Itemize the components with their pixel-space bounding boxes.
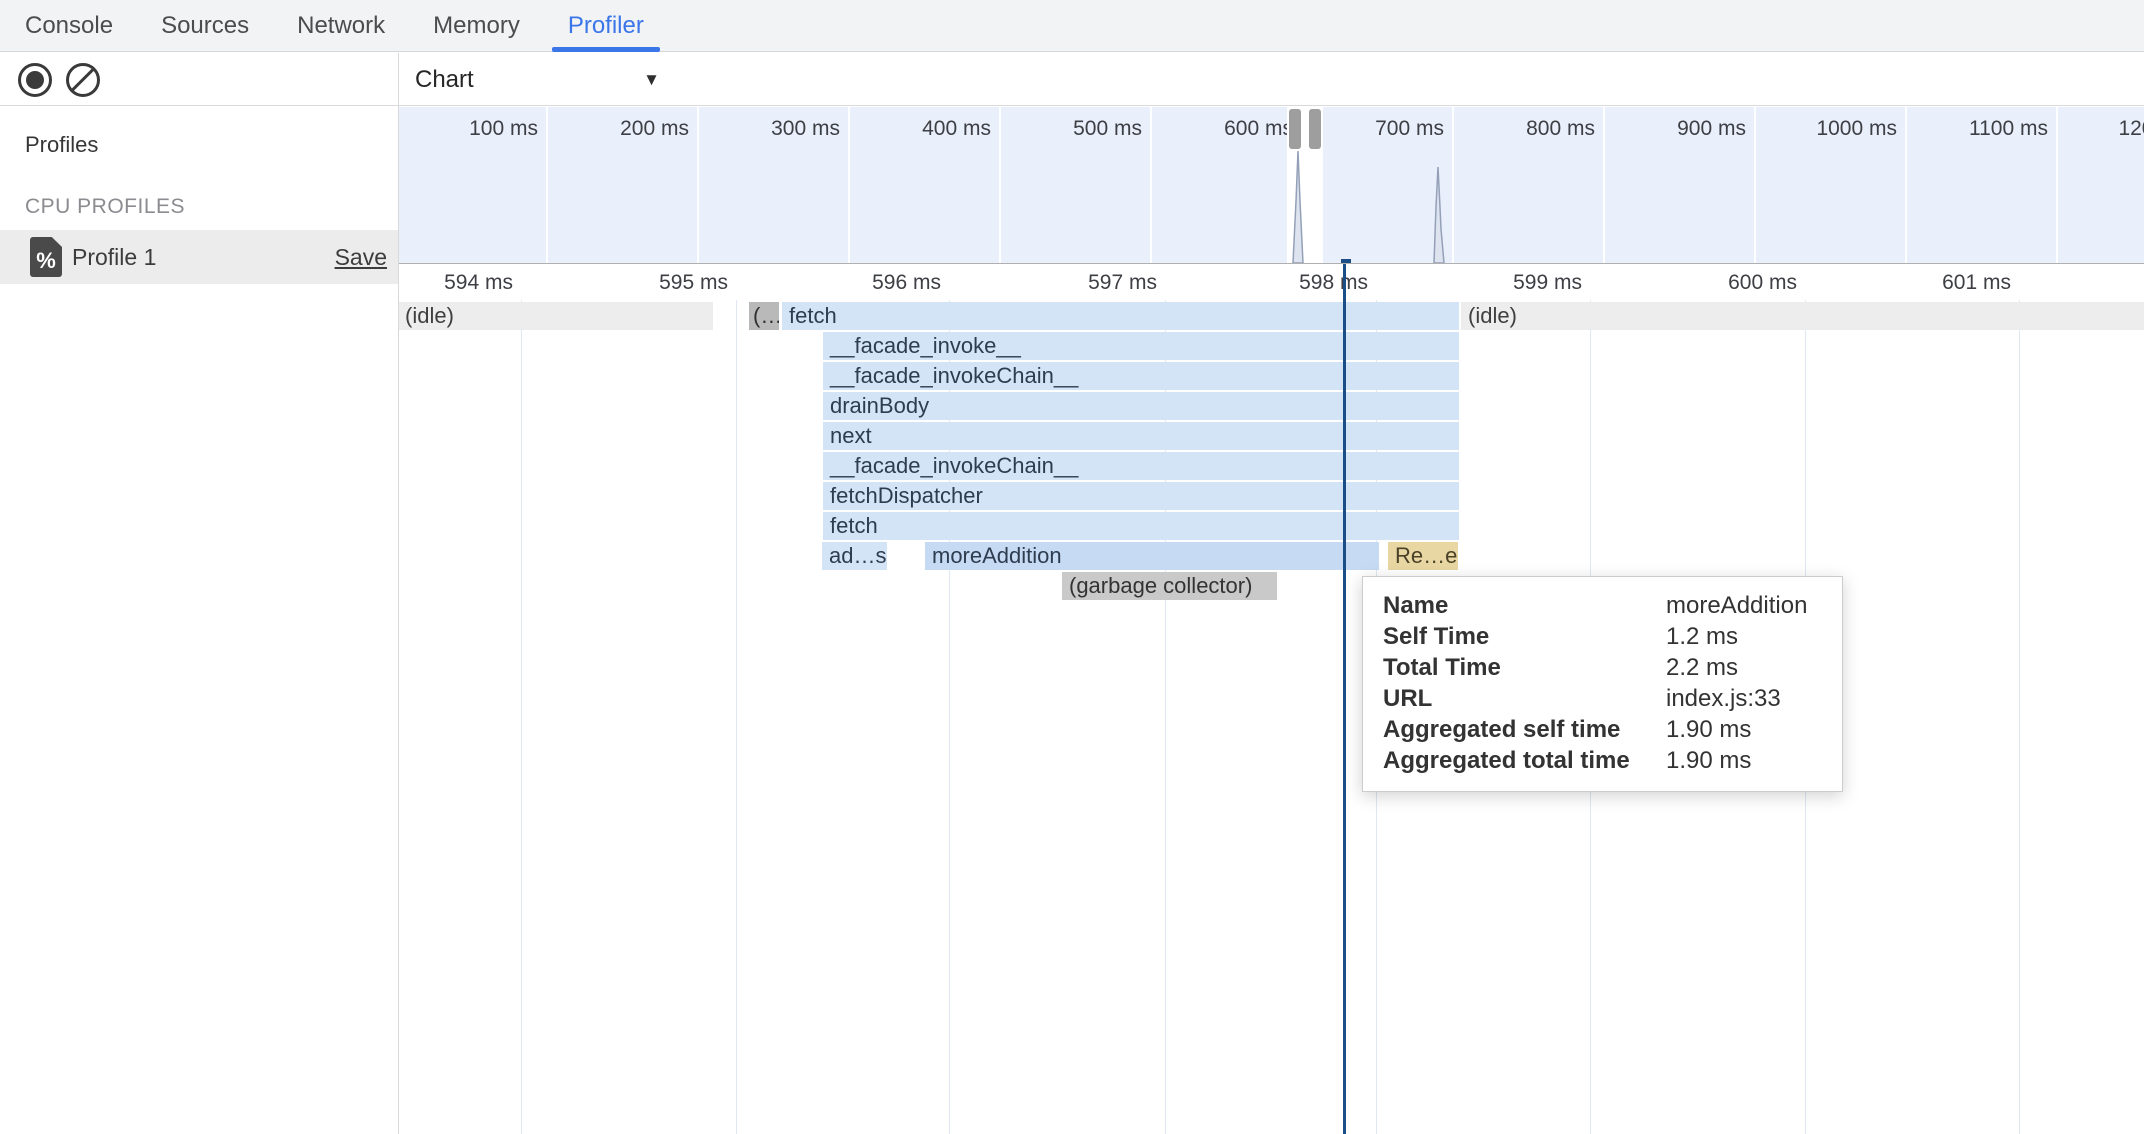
sidebar-divider: [398, 53, 399, 1134]
flame-bar-facade-invokechain[interactable]: __facade_invokeChain__: [823, 362, 1459, 390]
tooltip-value: 1.90 ms: [1666, 714, 1822, 745]
profiles-sidebar: Profiles CPU PROFILES % Profile 1 Save: [0, 107, 398, 1134]
flame-gridline: [2019, 300, 2020, 1134]
ruler-tick-label: 599 ms: [1432, 264, 1582, 300]
overview-tick-label: 200 ms: [527, 117, 689, 141]
flame-bar-moreaddition[interactable]: moreAddition: [925, 542, 1379, 570]
timeline-overview[interactable]: 100 ms 200 ms 300 ms 400 ms 500 ms 600 m…: [399, 107, 2144, 264]
sidebar-item-profile-1[interactable]: % Profile 1 Save: [0, 230, 398, 284]
tooltip-row: Aggregated total time 1.90 ms: [1383, 745, 1822, 776]
tooltip-label: Aggregated total time: [1383, 745, 1666, 776]
flame-bar-fetchdispatcher[interactable]: fetchDispatcher: [823, 482, 1459, 510]
cpu-profiles-section-label: CPU PROFILES: [25, 195, 185, 219]
flame-gridline: [736, 300, 737, 1134]
flame-bar-drainbody[interactable]: drainBody: [823, 392, 1459, 420]
flame-bar-idle[interactable]: (idle): [398, 302, 713, 330]
ruler-tick-label: 600 ms: [1647, 264, 1797, 300]
devtools-tab-bar: Console Sources Network Memory Profiler: [0, 0, 2144, 52]
overview-tick-label: 600 ms: [1131, 117, 1293, 141]
tab-network[interactable]: Network: [297, 0, 385, 51]
tooltip-value: 2.2 ms: [1666, 652, 1822, 683]
sidebar-heading: Profiles: [25, 132, 98, 158]
flame-chart-ruler: 594 ms 595 ms 596 ms 597 ms 598 ms 599 m…: [399, 264, 2144, 300]
tab-console[interactable]: Console: [25, 0, 113, 51]
tab-sources[interactable]: Sources: [161, 0, 249, 51]
profile-name: Profile 1: [72, 230, 156, 284]
flame-bar-facade-invokechain[interactable]: __facade_invokeChain__: [823, 452, 1459, 480]
tooltip-label: Aggregated self time: [1383, 714, 1666, 745]
flame-bar-response[interactable]: Re…e: [1388, 542, 1458, 570]
tooltip-value: index.js:33: [1666, 683, 1822, 714]
tooltip-label: URL: [1383, 683, 1666, 714]
ruler-tick-label: 596 ms: [791, 264, 941, 300]
chevron-down-icon: ▼: [643, 53, 660, 106]
record-icon-dot: [26, 71, 44, 89]
percent-document-icon: %: [30, 237, 62, 277]
current-time-marker-tick: [1341, 259, 1351, 263]
view-mode-value: Chart: [415, 66, 474, 93]
profiler-toolbar: Chart ▼: [0, 53, 2144, 106]
overview-tick-label: 100 ms: [399, 117, 538, 141]
overview-tick-label: 1000 ms: [1735, 117, 1897, 141]
flame-bar-truncated[interactable]: (…: [749, 302, 779, 330]
clear-profiles-button[interactable]: [66, 63, 100, 97]
flame-bar-fetch[interactable]: fetch: [823, 512, 1459, 540]
selection-handle-right[interactable]: [1309, 109, 1321, 149]
current-time-marker: [1343, 264, 1346, 1134]
flame-bar-garbage-collector[interactable]: (garbage collector): [1062, 572, 1277, 600]
tooltip-row: URL index.js:33: [1383, 683, 1822, 714]
tooltip-value: 1.2 ms: [1666, 621, 1822, 652]
flame-bar-addnumbers[interactable]: ad…s: [822, 542, 887, 570]
tooltip-label: Self Time: [1383, 621, 1666, 652]
record-profile-button[interactable]: [18, 63, 52, 97]
ruler-tick-label: 594 ms: [363, 264, 513, 300]
tooltip-label: Total Time: [1383, 652, 1666, 683]
cpu-activity-spike: [1291, 151, 1305, 263]
tooltip-label: Name: [1383, 590, 1666, 621]
flame-gridline: [521, 300, 522, 1134]
overview-tick-label: 900 ms: [1584, 117, 1746, 141]
overview-tick-label: 1100 ms: [1886, 117, 2048, 141]
cpu-activity-spike: [1432, 167, 1446, 263]
frame-tooltip: Name moreAddition Self Time 1.2 ms Total…: [1362, 576, 1843, 792]
flame-bar-next[interactable]: next: [823, 422, 1459, 450]
flame-bar-fetch[interactable]: fetch: [782, 302, 1459, 330]
overview-tick-label: 800 ms: [1433, 117, 1595, 141]
tooltip-value: moreAddition: [1666, 590, 1822, 621]
tooltip-value: 1.90 ms: [1666, 745, 1822, 776]
overview-tick-label: 400 ms: [829, 117, 991, 141]
tooltip-row: Name moreAddition: [1383, 590, 1822, 621]
ruler-tick-label: 597 ms: [1007, 264, 1157, 300]
tooltip-row: Self Time 1.2 ms: [1383, 621, 1822, 652]
tab-profiler[interactable]: Profiler: [568, 0, 644, 51]
ruler-tick-label: 601 ms: [1861, 264, 2011, 300]
overview-tick-label: 1200 ms: [2037, 117, 2144, 141]
ruler-tick-label: 595 ms: [578, 264, 728, 300]
flame-bar-facade-invoke[interactable]: __facade_invoke__: [823, 332, 1459, 360]
flame-bar-idle[interactable]: (idle): [1461, 302, 2144, 330]
overview-tick-label: 500 ms: [980, 117, 1142, 141]
selection-handle-left[interactable]: [1289, 109, 1301, 149]
tab-memory[interactable]: Memory: [433, 0, 520, 51]
view-mode-dropdown[interactable]: Chart ▼: [415, 53, 660, 106]
overview-tick-label: 300 ms: [678, 117, 840, 141]
tooltip-row: Total Time 2.2 ms: [1383, 652, 1822, 683]
tooltip-row: Aggregated self time 1.90 ms: [1383, 714, 1822, 745]
